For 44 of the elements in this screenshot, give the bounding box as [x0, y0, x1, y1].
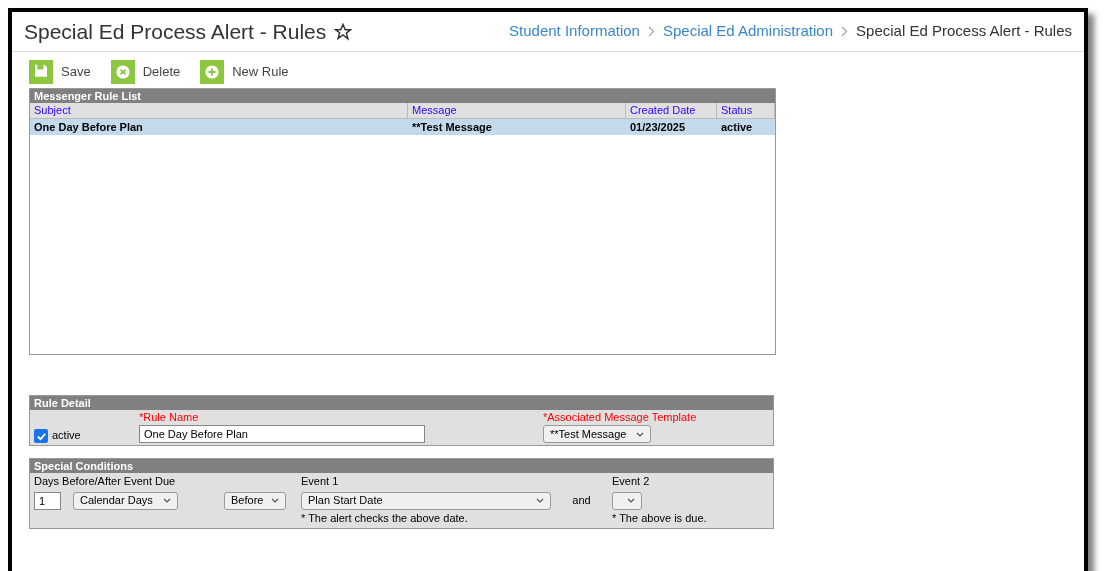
- day-type-select[interactable]: Calendar Days: [73, 491, 178, 510]
- rule-name-field[interactable]: One Day Before Plan: [139, 425, 425, 443]
- column-header[interactable]: Created Date: [626, 103, 717, 118]
- hint-text: * The alert checks the above date.: [301, 510, 469, 526]
- field-label: Event 1: [301, 474, 340, 489]
- event-select[interactable]: Plan Start Date: [301, 491, 551, 510]
- field-label: *Rule Name: [139, 409, 200, 425]
- table-cell-text: **Test Message: [411, 120, 493, 135]
- field-label: Days Before/After Event Due: [34, 474, 177, 489]
- chevron-icon: [841, 26, 849, 37]
- caret-icon: [536, 498, 544, 503]
- and-label: and: [572, 493, 591, 509]
- breadcrumb-current: Special Ed Process Alert - Rules: [856, 21, 1072, 42]
- panel-header: Messenger Rule List: [30, 89, 775, 103]
- column-header[interactable]: Message: [408, 103, 626, 118]
- table-cell-text: active: [720, 120, 754, 135]
- column-header[interactable]: Subject: [30, 103, 408, 118]
- new-rule-button[interactable]: New Rule: [200, 60, 289, 84]
- caret-icon: [163, 498, 171, 503]
- star-icon[interactable]: [334, 22, 353, 41]
- field-label: *Associated Message Template: [543, 409, 697, 425]
- page-title: Special Ed Process Alert - Rules: [24, 18, 327, 45]
- table-cell-text: One Day Before Plan: [33, 120, 144, 135]
- chevron-icon: [647, 26, 655, 37]
- caret-icon: [636, 431, 644, 437]
- panel-header: Special Conditions: [30, 459, 773, 473]
- breadcrumb-link[interactable]: Student Information: [509, 20, 640, 43]
- field-label: Event 2: [612, 474, 651, 489]
- panel-header: Rule Detail: [30, 396, 773, 410]
- caret-icon: [271, 498, 279, 503]
- hint-text: * The above is due.: [612, 510, 707, 526]
- template-select[interactable]: **Test Message: [543, 425, 651, 443]
- active-checkbox[interactable]: [34, 429, 48, 443]
- delete-button[interactable]: Delete: [110, 60, 181, 84]
- breadcrumb-link[interactable]: Special Ed Administration: [662, 20, 834, 43]
- checkbox-label: active: [52, 427, 81, 443]
- event-select[interactable]: [612, 491, 642, 510]
- column-header[interactable]: Status: [717, 103, 775, 118]
- table-row[interactable]: One Day Before Plan **Test Message 01/23/2025 active: [30, 119, 775, 135]
- caret-icon: [627, 498, 635, 503]
- timing-select[interactable]: Before: [224, 491, 286, 510]
- table-cell-text: 01/23/2025: [629, 120, 687, 135]
- days-field[interactable]: 1: [34, 491, 61, 510]
- save-button[interactable]: Save: [29, 60, 91, 84]
